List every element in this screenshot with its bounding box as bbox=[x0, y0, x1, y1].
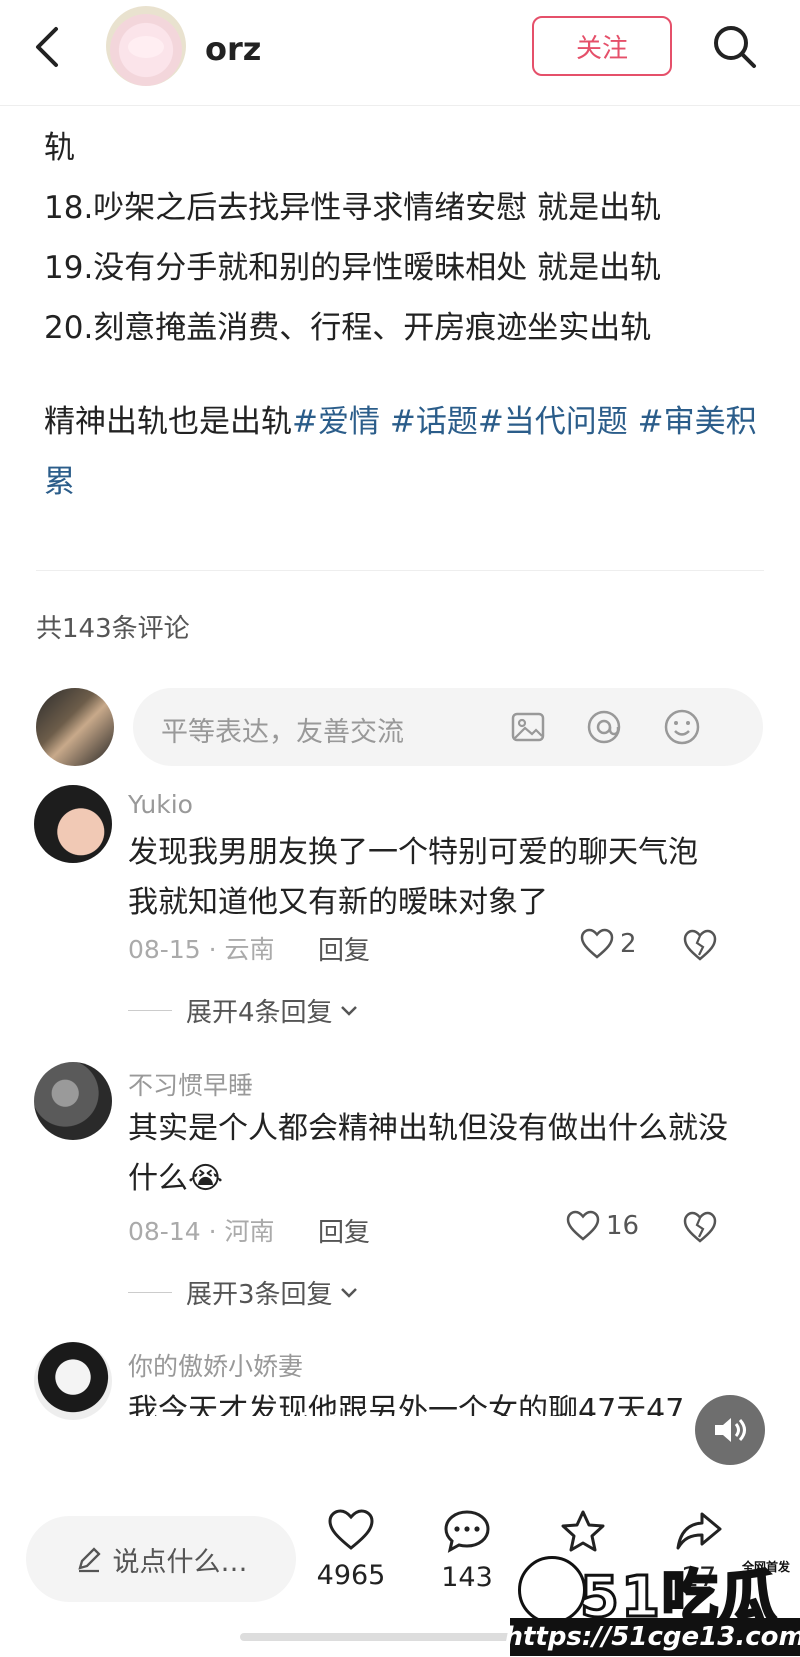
comment-location: 河南 bbox=[224, 1217, 275, 1246]
expand-replies[interactable]: 展开4条回复 bbox=[128, 992, 361, 1029]
dislike-icon[interactable] bbox=[682, 928, 718, 964]
divider bbox=[36, 570, 764, 571]
comment-date: 08-15 bbox=[128, 935, 201, 964]
expand-label: 展开3条回复 bbox=[186, 1280, 333, 1310]
comment-text: 发现我男朋友换了一个特别可爱的聊天气泡 我就知道他又有新的暧昧对象了 bbox=[128, 835, 698, 920]
mention-icon[interactable] bbox=[585, 708, 623, 746]
comment-input[interactable]: 平等表达，友善交流 bbox=[133, 688, 763, 766]
like-count: 16 bbox=[606, 1211, 640, 1241]
heart-icon bbox=[328, 1509, 374, 1550]
chevron-down-icon bbox=[340, 1287, 357, 1298]
watermark-mascot bbox=[518, 1556, 586, 1624]
comment-text: 其实是个人都会精神出轨但没有做出什么就没什么😭 bbox=[128, 1111, 728, 1196]
image-icon[interactable] bbox=[509, 708, 547, 746]
commenter-avatar[interactable] bbox=[34, 1342, 112, 1420]
comment-location: 云南 bbox=[224, 935, 275, 964]
commenter-avatar[interactable] bbox=[34, 1062, 112, 1140]
commenter-name[interactable]: 不习惯早睡 bbox=[128, 1066, 253, 1102]
comment-count-label: 143 bbox=[441, 1562, 493, 1593]
my-avatar bbox=[36, 688, 114, 766]
expand-label: 展开4条回复 bbox=[186, 998, 333, 1028]
author-avatar[interactable] bbox=[106, 6, 186, 86]
chevron-down-icon bbox=[340, 1005, 357, 1016]
comment-text: 我今天才发现他跟另外一个女的聊47天47 bbox=[128, 1393, 685, 1416]
sound-button[interactable] bbox=[695, 1395, 765, 1465]
heart-icon bbox=[580, 928, 614, 959]
post-line: 18.吵架之后去找异性寻求情绪安慰 就是出轨 bbox=[44, 190, 662, 226]
comment-action[interactable]: 143 bbox=[422, 1508, 512, 1593]
star-icon bbox=[561, 1510, 605, 1552]
commenter-name[interactable]: 你的傲娇小娇妻 bbox=[128, 1347, 303, 1383]
post-tags: 精神出轨也是出轨#爱情 #话题#当代问题 #审美积累 bbox=[44, 392, 764, 512]
commenter-name[interactable]: Yukio bbox=[128, 790, 193, 819]
comment-count: 共143条评论 bbox=[36, 614, 190, 644]
like-button[interactable]: 16 bbox=[566, 1210, 639, 1242]
comment-input-placeholder: 平等表达，友善交流 bbox=[161, 717, 404, 748]
like-action[interactable]: 4965 bbox=[306, 1508, 396, 1591]
post-body: 轨 18.吵架之后去找异性寻求情绪安慰 就是出轨 19.没有分手就和别的异性暧昧… bbox=[44, 118, 764, 358]
watermark-subtext: 全网首发 bbox=[742, 1560, 791, 1574]
tag-link[interactable]: #话题 bbox=[390, 404, 478, 440]
post-line: 20.刻意掩盖消费、行程、开房痕迹坐实出轨 bbox=[44, 310, 652, 346]
speaker-icon bbox=[715, 1418, 746, 1442]
back-icon[interactable] bbox=[32, 22, 72, 72]
top-bar: orz 关注 bbox=[0, 0, 800, 106]
say-something-input[interactable]: 说点什么… bbox=[26, 1516, 296, 1602]
post-line: 轨 bbox=[44, 130, 75, 166]
comment-meta: 08-15 · 云南 bbox=[128, 935, 275, 964]
dislike-icon[interactable] bbox=[682, 1210, 718, 1246]
watermark: 51吃瓜 全网首发 https://51cge13.com bbox=[504, 1552, 800, 1657]
reply-button[interactable]: 回复 bbox=[318, 1212, 370, 1249]
comment-date: 08-14 bbox=[128, 1217, 201, 1246]
tag-link[interactable]: #当代问题 bbox=[478, 404, 628, 440]
emoji-icon[interactable] bbox=[663, 708, 701, 746]
like-button[interactable]: 2 bbox=[580, 928, 637, 960]
follow-button[interactable]: 关注 bbox=[532, 16, 672, 76]
post-line: 19.没有分手就和别的异性暧昧相处 就是出轨 bbox=[44, 250, 662, 286]
expand-divider bbox=[128, 1292, 172, 1293]
reply-button[interactable]: 回复 bbox=[318, 930, 370, 967]
like-count: 4965 bbox=[316, 1560, 386, 1591]
expand-replies[interactable]: 展开3条回复 bbox=[128, 1274, 361, 1311]
closing-text: 精神出轨也是出轨 bbox=[44, 404, 292, 440]
say-something-label: 说点什么… bbox=[112, 1546, 248, 1578]
share-icon bbox=[676, 1512, 722, 1550]
watermark-url: https://51cge13.com bbox=[504, 1618, 800, 1656]
tag-link[interactable]: #爱情 bbox=[292, 404, 380, 440]
comment-meta: 08-14 · 河南 bbox=[128, 1217, 275, 1246]
like-count: 2 bbox=[620, 929, 637, 959]
commenter-avatar[interactable] bbox=[34, 785, 112, 863]
search-icon[interactable] bbox=[710, 22, 760, 72]
pencil-icon bbox=[77, 1547, 101, 1573]
author-name[interactable]: orz bbox=[205, 30, 261, 68]
heart-icon bbox=[566, 1210, 600, 1241]
expand-divider bbox=[128, 1010, 172, 1011]
comment-icon bbox=[444, 1510, 490, 1553]
